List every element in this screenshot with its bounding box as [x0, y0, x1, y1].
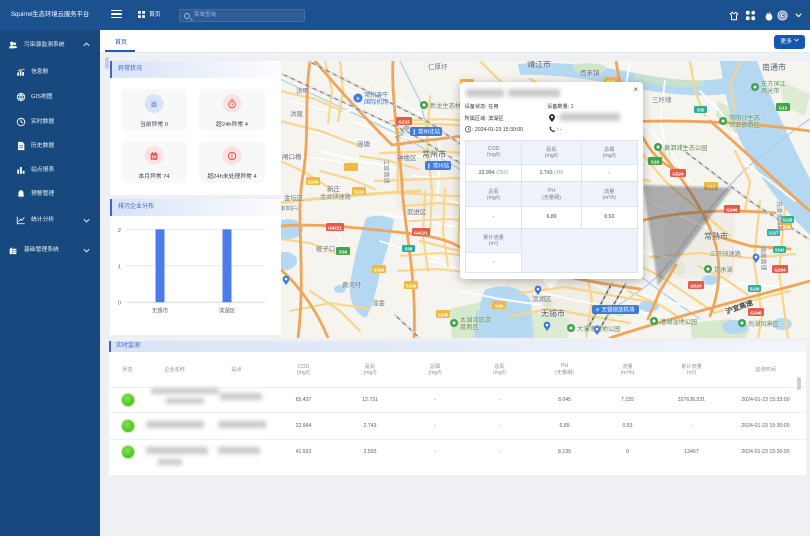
- svg-text:❙ 常州北站: ❙ 常州北站: [412, 128, 441, 136]
- svg-text:无锡市: 无锡市: [152, 307, 169, 315]
- svg-text:洪甲: 洪甲: [296, 86, 309, 95]
- svg-text:G346: G346: [726, 208, 738, 213]
- svg-text:黄河圩: 黄河圩: [342, 280, 362, 289]
- svg-text:靖江市: 靖江市: [527, 61, 551, 69]
- svg-text:湟金: 湟金: [372, 298, 386, 307]
- svg-text:S39: S39: [339, 250, 348, 255]
- svg-text:金武快速路: 金武快速路: [320, 193, 352, 201]
- svg-text:S48: S48: [495, 304, 504, 309]
- svg-text:G15: G15: [779, 106, 788, 111]
- svg-text:钟楼区: 钟楼区: [397, 153, 417, 162]
- svg-text:西来镇: 西来镇: [580, 68, 600, 77]
- svg-text:G4221: G4221: [328, 226, 342, 231]
- svg-text:仁厚圩: 仁厚圩: [428, 62, 448, 71]
- svg-text:滨湖区: 滨湖区: [219, 307, 236, 315]
- svg-text:S228: S228: [783, 218, 793, 223]
- svg-text:✈: ✈: [356, 96, 361, 103]
- svg-text:G524: G524: [672, 172, 684, 177]
- svg-text:国际机场: 国际机场: [364, 98, 389, 106]
- svg-text:0: 0: [118, 301, 121, 307]
- svg-text:S229: S229: [750, 287, 760, 292]
- svg-text:S240: S240: [308, 180, 319, 185]
- svg-text:G4221: G4221: [414, 231, 428, 236]
- svg-text:风光带: 风光带: [761, 87, 780, 95]
- svg-text:金坛区: 金坛区: [284, 193, 304, 202]
- svg-text:常熟市: 常熟市: [704, 231, 728, 241]
- svg-text:新庄: 新庄: [327, 184, 341, 193]
- svg-text:G346: G346: [750, 311, 762, 316]
- svg-text:2: 2: [118, 228, 121, 234]
- svg-text:东方滨江: 东方滨江: [761, 80, 786, 88]
- svg-text:连塘: 连塘: [357, 139, 371, 148]
- svg-text:三环快速路: 三环快速路: [710, 250, 742, 258]
- svg-text:太湖湾旅游: 太湖湾旅游: [460, 316, 491, 324]
- svg-text:1: 1: [118, 264, 121, 270]
- svg-text:S35: S35: [697, 108, 705, 113]
- svg-text:G204: G204: [774, 268, 786, 273]
- svg-text:漕湖湿地公园: 漕湖湿地公园: [660, 318, 697, 326]
- svg-text:黄泗浦生态公园: 黄泗浦生态公园: [664, 144, 707, 152]
- svg-text:新龙生态林: 新龙生态林: [430, 102, 461, 110]
- svg-text:S232: S232: [354, 190, 365, 195]
- svg-text:S19: S19: [651, 160, 660, 165]
- svg-text:常州市: 常州市: [422, 149, 446, 159]
- svg-text:闸口樽: 闸口樽: [282, 152, 302, 161]
- svg-text:洪陵: 洪陵: [290, 109, 304, 118]
- svg-text:昆承湖: 昆承湖: [714, 266, 733, 274]
- svg-text:锡虞高速: 锡虞高速: [759, 246, 768, 271]
- svg-text:江宜高速: 江宜高速: [280, 204, 298, 211]
- svg-text:S230: S230: [438, 313, 449, 318]
- svg-text:无锡市: 无锡市: [541, 308, 565, 318]
- svg-text:尚湖风景区: 尚湖风景区: [748, 320, 779, 328]
- svg-text:度假区: 度假区: [460, 323, 479, 331]
- svg-text:武进区: 武进区: [407, 207, 427, 216]
- svg-text:常州奔牛: 常州奔牛: [364, 91, 389, 99]
- svg-text:苏虞张公路: 苏虞张公路: [775, 201, 784, 233]
- svg-text:三圩埭: 三圩埭: [652, 95, 672, 104]
- svg-text:G524: G524: [690, 284, 702, 289]
- svg-text:桠子口: 桠子口: [316, 244, 336, 253]
- svg-text:S38: S38: [405, 247, 413, 252]
- svg-text:❙ 常州站: ❙ 常州站: [427, 162, 450, 170]
- svg-text:江宜高速: 江宜高速: [382, 159, 391, 184]
- svg-text:S230: S230: [406, 284, 417, 289]
- svg-text:S342: S342: [775, 248, 785, 253]
- svg-text:S342: S342: [374, 268, 385, 273]
- svg-text:G233: G233: [398, 120, 410, 125]
- svg-text:南通市: 南通市: [762, 62, 786, 72]
- svg-text:✈ 无锡硕放机场: ✈ 无锡硕放机场: [595, 306, 635, 314]
- svg-text:农业旅游区: 农业旅游区: [729, 121, 760, 129]
- svg-text:常阴沙生态: 常阴沙生态: [729, 114, 760, 122]
